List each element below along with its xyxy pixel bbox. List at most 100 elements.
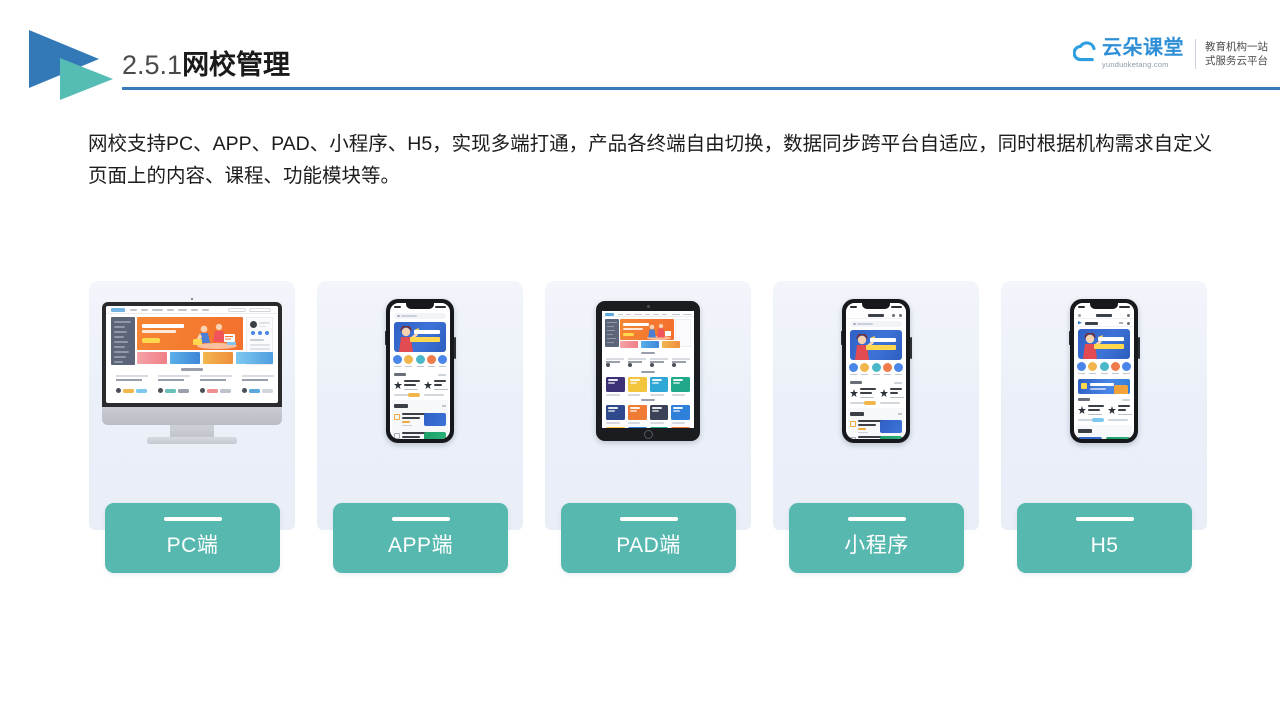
category-icon[interactable] (894, 363, 903, 376)
pad-sidebar (605, 319, 619, 347)
category-icon[interactable] (1122, 362, 1131, 375)
imac-icon (102, 296, 282, 446)
pad-teacher-card[interactable] (628, 358, 646, 367)
h5-course-item[interactable] (1108, 404, 1132, 423)
pc-course-card[interactable] (116, 375, 148, 393)
h5-promo-banner[interactable] (1078, 379, 1130, 394)
h5-category-icons[interactable] (1077, 362, 1131, 375)
device-mockup-imac (89, 281, 295, 461)
pc-course-card[interactable] (158, 375, 190, 393)
ipad-home-button[interactable] (643, 429, 653, 439)
pad-hero-banner[interactable] (620, 319, 674, 340)
label-dash (847, 517, 906, 521)
imac-stand-foot (147, 437, 237, 444)
h5-promo-card[interactable] (1106, 437, 1130, 439)
device-card-miniprogram[interactable]: 小程序 (773, 281, 979, 573)
pad-course-card[interactable] (671, 427, 690, 428)
pad-teacher-card[interactable] (650, 358, 668, 367)
label-dash (1075, 517, 1134, 521)
pad-course-card[interactable] (627, 427, 647, 428)
pc-course-card[interactable] (200, 375, 232, 393)
pc-promo-banner[interactable] (170, 352, 200, 364)
app-list-item[interactable] (850, 436, 902, 439)
pad-course-card[interactable] (671, 377, 690, 392)
pad-course-card[interactable] (649, 427, 669, 428)
pad-course-card[interactable] (627, 377, 647, 392)
pad-promo-banner[interactable] (620, 341, 638, 348)
pad-course-row (606, 377, 690, 392)
category-icon[interactable] (426, 355, 436, 368)
pad-course-card[interactable] (671, 405, 690, 420)
category-icon[interactable] (1099, 362, 1109, 375)
category-icon[interactable] (871, 363, 881, 376)
app-category-icons[interactable] (393, 355, 447, 368)
app-course-item[interactable] (424, 379, 448, 398)
h5-hero-banner[interactable] (1078, 329, 1130, 359)
app-category-icons[interactable] (849, 363, 903, 376)
pc-hero-illustration (193, 323, 237, 349)
imac-screen (102, 302, 282, 407)
pad-course-card[interactable] (627, 405, 647, 420)
device-card-h5[interactable]: H5 (1001, 281, 1207, 573)
category-icon[interactable] (1088, 362, 1098, 375)
pc-nav-item (178, 309, 187, 311)
app-course-item[interactable] (394, 379, 420, 398)
app-search-input[interactable] (850, 321, 902, 327)
brand-domain: yunduoketang.com (1102, 60, 1169, 69)
imac-camera (191, 297, 193, 300)
device-label-box[interactable]: APP端 (333, 503, 508, 573)
pc-promo-banner[interactable] (236, 352, 273, 364)
pad-course-card[interactable] (649, 377, 669, 392)
miniprogram-ui-screen (846, 303, 906, 439)
device-label-box[interactable]: PAD端 (561, 503, 736, 573)
category-icon[interactable] (438, 355, 447, 368)
category-icon[interactable] (1077, 362, 1086, 375)
device-label-box[interactable]: PC端 (105, 503, 280, 573)
app-section-more[interactable] (442, 405, 446, 407)
category-icon[interactable] (849, 363, 858, 376)
app-course-item[interactable] (850, 387, 876, 406)
pad-promo-banner[interactable] (641, 341, 659, 348)
brand-tagline: 教育机构一站 式服务云平台 (1205, 40, 1268, 68)
app-search-input[interactable] (394, 313, 446, 319)
pad-teacher-card[interactable] (606, 358, 624, 367)
app-section-more[interactable] (898, 413, 902, 415)
h5-course-item[interactable] (1078, 404, 1104, 423)
app-course-item[interactable] (880, 387, 904, 406)
device-card-pc[interactable]: PC端 (89, 281, 295, 573)
pc-nav-button[interactable] (228, 308, 246, 312)
category-icon[interactable] (882, 363, 892, 376)
pc-course-card[interactable] (242, 375, 274, 393)
pc-nav-button[interactable] (249, 308, 271, 312)
pad-course-card[interactable] (606, 377, 625, 392)
device-card-list: PC端 APP端 PAD端 小程序 H5 (89, 281, 1207, 573)
pc-promo-banner[interactable] (137, 352, 167, 364)
app-hero-banner[interactable] (850, 330, 902, 360)
double-triangle-play-logo-icon (27, 28, 125, 102)
pc-nav-item (202, 309, 209, 311)
device-label-box[interactable]: H5 (1017, 503, 1192, 573)
category-icon[interactable] (860, 363, 870, 376)
pc-promo-banner[interactable] (203, 352, 233, 364)
pad-teacher-card[interactable] (672, 358, 690, 367)
app-hero-banner[interactable] (394, 322, 446, 352)
device-label-box[interactable]: 小程序 (789, 503, 964, 573)
app-list-item[interactable] (394, 432, 446, 439)
pad-promo-banner[interactable] (662, 341, 680, 348)
category-icon[interactable] (415, 355, 425, 368)
category-icon[interactable] (404, 355, 414, 368)
device-card-app[interactable]: APP端 (317, 281, 523, 573)
app-list-item[interactable] (394, 413, 446, 429)
category-icon[interactable] (393, 355, 402, 368)
category-icon[interactable] (1110, 362, 1120, 375)
iphone-icon (1068, 299, 1140, 443)
page-title-number: 2.5.1 (122, 50, 183, 80)
device-card-pad[interactable]: PAD端 (545, 281, 751, 573)
pc-nav-item (167, 309, 174, 311)
pad-course-card[interactable] (606, 405, 625, 420)
pad-course-card[interactable] (606, 427, 625, 428)
pad-course-card[interactable] (649, 405, 669, 420)
h5-site-header (1074, 319, 1134, 327)
app-list-item[interactable] (850, 420, 902, 436)
h5-promo-card[interactable] (1078, 437, 1102, 439)
